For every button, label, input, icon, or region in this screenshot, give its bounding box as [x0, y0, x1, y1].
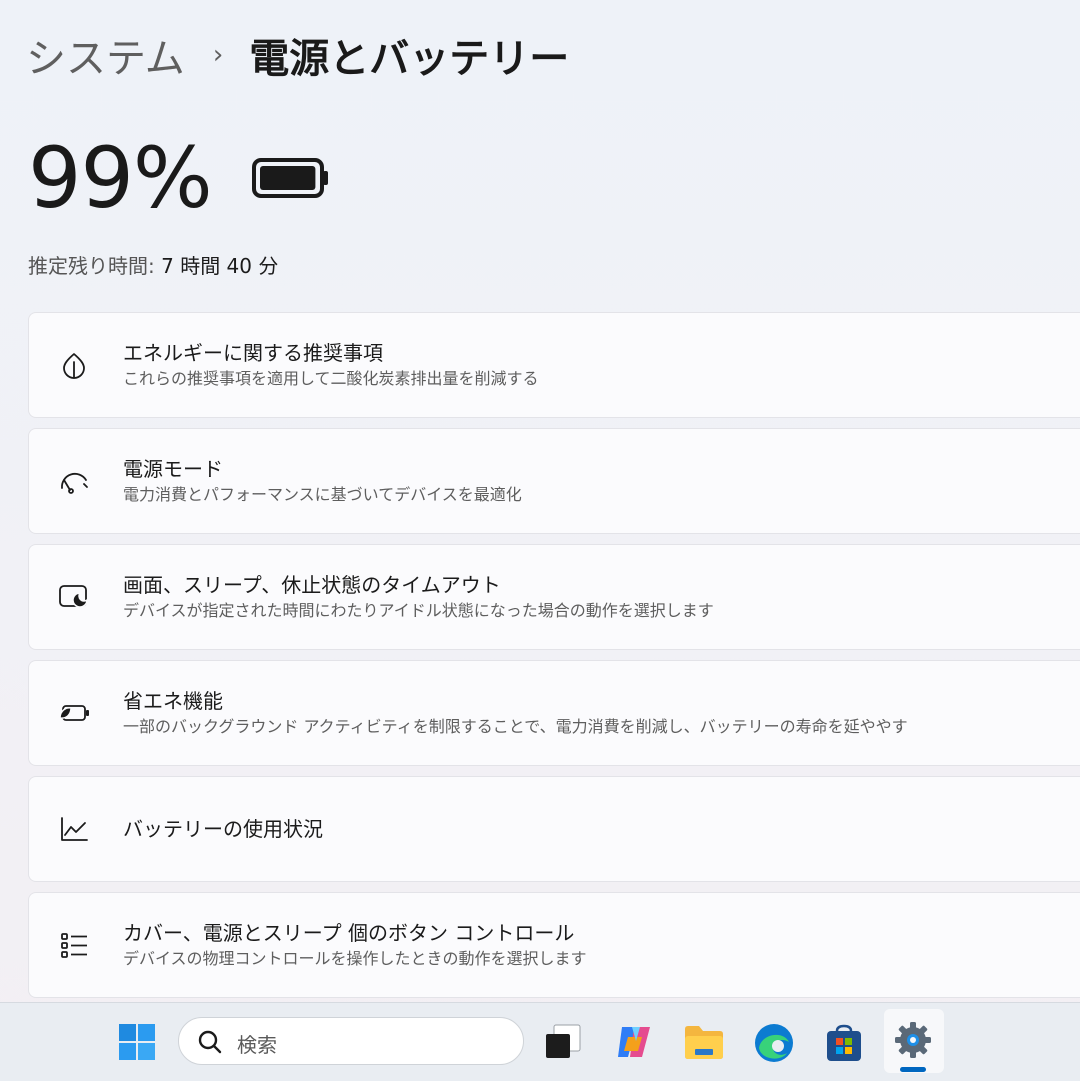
card-title: カバー、電源とスリープ 個のボタン コントロール: [123, 921, 575, 945]
start-icon[interactable]: [116, 1021, 158, 1063]
edge-icon[interactable]: [752, 1021, 796, 1065]
card-energy-recommendations[interactable]: エネルギーに関する推奨事項 これらの推奨事項を適用して二酸化炭素排出量を削減する: [28, 312, 1080, 418]
estimated-time-remaining: 推定残り時間: 7 時間 40 分: [28, 250, 278, 279]
copilot-icon[interactable]: [612, 1019, 658, 1065]
card-screen-sleep-timeout[interactable]: 画面、スリープ、休止状態のタイムアウト デバイスが指定された時間にわたりアイドル…: [28, 544, 1080, 650]
card-title: 画面、スリープ、休止状態のタイムアウト: [123, 573, 501, 597]
card-power-mode[interactable]: 電源モード 電力消費とパフォーマンスに基づいてデバイスを最適化: [28, 428, 1080, 534]
card-title: エネルギーに関する推奨事項: [123, 341, 383, 365]
list-icon: [57, 928, 91, 962]
battery-icon: [251, 156, 330, 204]
breadcrumb-system-link[interactable]: システム: [26, 26, 185, 84]
card-battery-usage[interactable]: バッテリーの使用状況: [28, 776, 1080, 882]
active-indicator: [900, 1067, 926, 1072]
search-box[interactable]: 検索: [178, 1017, 524, 1065]
estimate-label: 推定残り時間:: [28, 254, 155, 278]
estimate-value: 7 時間 40 分: [161, 254, 279, 278]
leaf-icon: [57, 348, 91, 382]
chart-line-icon: [57, 812, 91, 846]
card-title: バッテリーの使用状況: [123, 817, 323, 841]
card-title: 省エネ機能: [123, 689, 223, 713]
battery-status: 99%: [28, 128, 330, 228]
card-subtitle: 電力消費とパフォーマンスに基づいてデバイスを最適化: [123, 485, 522, 504]
page-title: 電源とバッテリー: [249, 36, 570, 82]
battery-percent: 99%: [28, 129, 213, 227]
screen-sleep-icon: [57, 580, 91, 614]
search-placeholder: 検索: [237, 1033, 277, 1057]
card-subtitle: デバイスが指定された時間にわたりアイドル状態になった場合の動作を選択します: [123, 601, 714, 620]
card-lid-power-buttons[interactable]: カバー、電源とスリープ 個のボタン コントロール デバイスの物理コントロールを操…: [28, 892, 1080, 998]
settings-icon[interactable]: [890, 1017, 936, 1063]
battery-saver-icon: [57, 696, 91, 730]
card-subtitle: これらの推奨事項を適用して二酸化炭素排出量を削減する: [123, 369, 539, 388]
card-title: 電源モード: [123, 457, 223, 481]
card-energy-saver[interactable]: 省エネ機能 一部のバックグラウンド アクティビティを制限することで、電力消費を削…: [28, 660, 1080, 766]
battery-level-fill: [259, 166, 316, 190]
taskbar: 検索: [0, 1002, 1080, 1081]
settings-list: エネルギーに関する推奨事項 これらの推奨事項を適用して二酸化炭素排出量を削減する…: [28, 312, 1080, 1008]
breadcrumb: システム › 電源とバッテリー: [26, 30, 569, 82]
task-view-icon[interactable]: [542, 1021, 584, 1063]
gauge-icon: [57, 464, 91, 498]
card-subtitle: 一部のバックグラウンド アクティビティを制限することで、電力消費を削減し、バッテ…: [123, 717, 908, 736]
store-icon[interactable]: [822, 1021, 866, 1065]
breadcrumb-separator: ›: [212, 40, 224, 70]
search-icon: [197, 1029, 223, 1059]
file-explorer-icon[interactable]: [682, 1021, 726, 1063]
card-subtitle: デバイスの物理コントロールを操作したときの動作を選択します: [123, 949, 587, 968]
